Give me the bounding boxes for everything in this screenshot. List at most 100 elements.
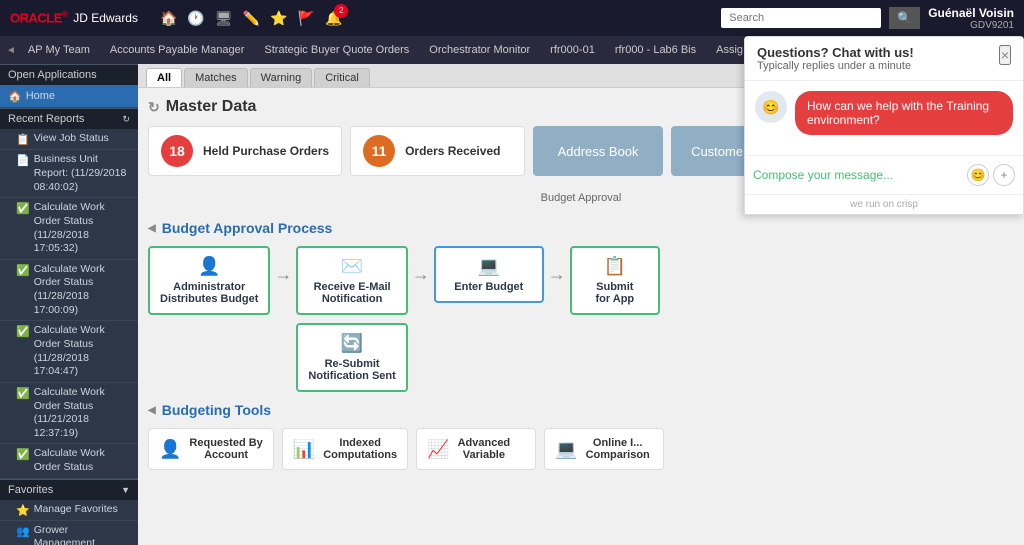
sidebar-item-grower-mgmt[interactable]: 👥 Grower Management <box>0 521 138 545</box>
chat-avatar-row: 😊 How can we help with the Training envi… <box>755 91 1013 135</box>
flow-arrow-3: → <box>544 264 570 285</box>
chat-bubble: How can we help with the Training enviro… <box>795 91 1013 135</box>
chat-body: 😊 How can we help with the Training envi… <box>745 81 1023 155</box>
sidebar-item-home[interactable]: 🏠 Home <box>0 85 138 108</box>
star-icon[interactable]: ⭐ <box>270 10 287 27</box>
step-column-2: ✉️ Receive E-Mail Notification 🔄 Re-Subm… <box>296 246 407 392</box>
second-nav-ap-my-team[interactable]: AP My Team <box>20 41 98 59</box>
notification-badge: 2 <box>334 4 348 18</box>
second-nav-accounts-payable[interactable]: Accounts Payable Manager <box>102 41 253 59</box>
emoji-button[interactable]: 😊 <box>967 164 989 186</box>
calc-4-icon: ✅ <box>16 387 30 400</box>
tool-advanced-variable[interactable]: 📈 Advanced Variable <box>416 428 536 470</box>
advanced-icon: 📈 <box>427 439 449 460</box>
orders-received-label: Orders Received <box>405 144 500 158</box>
flow-arrow-2: → <box>408 264 434 285</box>
sidebar-item-calc-4[interactable]: ✅ Calculate Work Order Status (11/21/201… <box>0 383 138 445</box>
nav-icons: 🏠 🕐 🖥 ✏️ ⭐ 🚩 🔔 2 <box>160 10 721 27</box>
alert-card-orders-received[interactable]: 11 Orders Received <box>350 126 525 176</box>
chat-header-text: Questions? Chat with us! Typically repli… <box>757 45 914 72</box>
send-button[interactable]: + <box>993 164 1015 186</box>
monitor-icon[interactable]: 🖥 <box>215 10 233 27</box>
top-nav: ORACLE® JD Edwards 🏠 🕐 🖥 ✏️ ⭐ 🚩 🔔 2 🔍 Gu… <box>0 0 1024 36</box>
tool-indexed-computations[interactable]: 📊 Indexed Computations <box>282 428 408 470</box>
indexed-label: Indexed Computations <box>323 437 397 461</box>
online-icon: 💻 <box>555 439 577 460</box>
enter-budget-label: Enter Budget <box>454 281 523 293</box>
sidebar-item-view-job-status[interactable]: 📋 View Job Status <box>0 129 138 150</box>
edit-icon[interactable]: ✏️ <box>243 10 260 27</box>
second-nav-orchestrator[interactable]: Orchestrator Monitor <box>421 41 538 59</box>
recent-reports-label: Recent Reports <box>8 113 84 125</box>
favorites-header[interactable]: Favorites ▼ <box>0 479 138 500</box>
requested-by-label: Requested By Account <box>189 437 262 461</box>
alert-card-held-purchase[interactable]: 18 Held Purchase Orders <box>148 126 342 176</box>
calc-5-icon: ✅ <box>16 448 30 461</box>
tab-critical[interactable]: Critical <box>314 68 370 87</box>
tool-online-comparison[interactable]: 💻 Online I... Comparison <box>544 428 664 470</box>
calc-5-label: Calculate Work Order Status <box>34 447 130 474</box>
manage-favs-label: Manage Favorites <box>34 503 118 517</box>
tool-requested-by[interactable]: 👤 Requested By Account <box>148 428 274 470</box>
favorites-label: Favorites <box>8 484 53 496</box>
chat-widget: Questions? Chat with us! Typically repli… <box>744 36 1024 215</box>
open-applications-header[interactable]: Open Applications <box>0 64 138 85</box>
budget-approval-section: Budget Approval Process 👤 Administrator … <box>148 220 1014 392</box>
budget-approval-title: Budget Approval Process <box>148 220 1014 236</box>
search-button[interactable]: 🔍 <box>889 7 920 29</box>
email-step-label: Receive E-Mail Notification <box>314 281 391 305</box>
requested-by-icon: 👤 <box>159 439 181 460</box>
chat-close-button[interactable]: × <box>999 45 1011 65</box>
process-step-submit[interactable]: 📋 Submit for App <box>570 246 660 315</box>
master-data-title: Master Data <box>166 98 257 116</box>
job-status-icon: 📋 <box>16 133 30 146</box>
sidebar-item-calc-2[interactable]: ✅ Calculate Work Order Status (11/28/201… <box>0 260 138 322</box>
chat-title: Questions? Chat with us! <box>757 45 914 60</box>
calc-1-icon: ✅ <box>16 202 30 215</box>
second-nav-rfr000-01[interactable]: rfr000-01 <box>542 41 603 59</box>
flow-arrow-1: → <box>270 246 296 285</box>
user-id: GDV9201 <box>928 20 1014 31</box>
process-step-administrator[interactable]: 👤 Administrator Distributes Budget <box>148 246 270 315</box>
resubmit-step-icon: 🔄 <box>308 333 395 354</box>
sidebar: Open Applications 🏠 Home Recent Reports … <box>0 64 138 545</box>
flag-icon[interactable]: 🚩 <box>298 10 315 27</box>
process-step-enter-budget[interactable]: 💻 Enter Budget <box>434 246 544 303</box>
chat-subtitle: Typically replies under a minute <box>757 60 914 72</box>
sidebar-item-business-unit[interactable]: 📄 Business Unit Report: (11/29/2018 08:4… <box>0 150 138 198</box>
calc-3-label: Calculate Work Order Status (11/28/2018 … <box>34 324 130 379</box>
bell-icon[interactable]: 🔔 2 <box>325 10 342 27</box>
home-label: Home <box>26 89 55 103</box>
submit-step-icon: 📋 <box>582 256 648 277</box>
recent-reports-refresh-icon[interactable]: ↻ <box>122 114 130 125</box>
sidebar-item-calc-3[interactable]: ✅ Calculate Work Order Status (11/28/201… <box>0 321 138 383</box>
second-nav-strategic-buyer[interactable]: Strategic Buyer Quote Orders <box>256 41 417 59</box>
sidebar-item-calc-5[interactable]: ✅ Calculate Work Order Status <box>0 444 138 478</box>
sidebar-item-manage-favs[interactable]: ⭐ Manage Favorites <box>0 500 138 521</box>
business-unit-label: Business Unit Report: (11/29/2018 08:40:… <box>34 153 130 194</box>
grower-mgmt-icon: 👥 <box>16 525 30 538</box>
nav-prev-icon[interactable]: ◄ <box>6 45 16 56</box>
calc-2-icon: ✅ <box>16 264 30 277</box>
refresh-icon[interactable]: ↻ <box>148 99 160 116</box>
home-nav-icon[interactable]: 🏠 <box>160 10 177 27</box>
tab-matches[interactable]: Matches <box>184 68 248 87</box>
held-purchase-count: 18 <box>161 135 193 167</box>
indexed-icon: 📊 <box>293 439 315 460</box>
address-book-button[interactable]: Address Book <box>533 126 663 176</box>
recent-reports-header[interactable]: Recent Reports ↻ <box>0 108 138 129</box>
clock-icon[interactable]: 🕐 <box>187 10 204 27</box>
budgeting-tools-section: Budgeting Tools 👤 Requested By Account 📊… <box>148 402 1014 470</box>
tab-warning[interactable]: Warning <box>250 68 313 87</box>
favorites-arrow-icon[interactable]: ▼ <box>121 485 130 495</box>
process-step-email[interactable]: ✉️ Receive E-Mail Notification <box>296 246 407 315</box>
chat-input[interactable] <box>753 168 961 182</box>
process-step-resubmit[interactable]: 🔄 Re-Submit Notification Sent <box>296 323 407 392</box>
sidebar-item-calc-1[interactable]: ✅ Calculate Work Order Status (11/28/201… <box>0 198 138 260</box>
chat-input-row: 😊 + <box>745 155 1023 194</box>
search-input[interactable] <box>721 8 881 28</box>
tab-all[interactable]: All <box>146 68 182 87</box>
second-nav-rfr000-lab6[interactable]: rfr000 - Lab6 Bis <box>607 41 704 59</box>
admin-step-icon: 👤 <box>160 256 258 277</box>
resubmit-step-label: Re-Submit Notification Sent <box>308 358 395 382</box>
